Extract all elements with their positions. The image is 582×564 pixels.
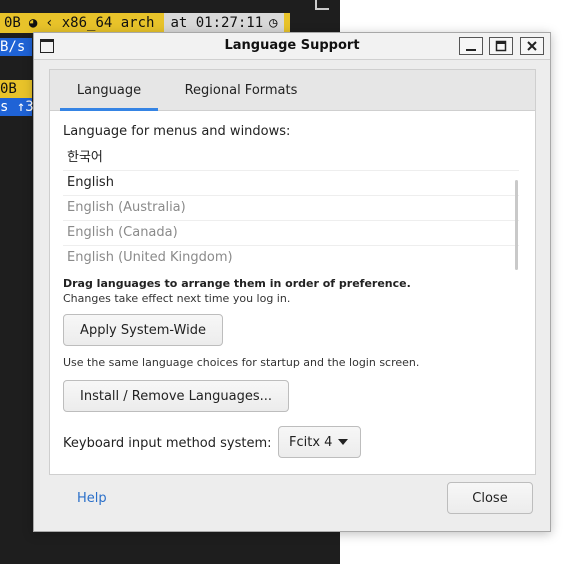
install-remove-languages-button[interactable]: Install / Remove Languages... [63, 380, 289, 412]
clock-icon: ◷ [269, 15, 278, 31]
tab-regional-formats[interactable]: Regional Formats [172, 70, 310, 110]
close-icon [527, 41, 537, 51]
tab-panel: Language Regional Formats Language for m… [49, 69, 536, 475]
list-item[interactable]: English (Australia) [63, 196, 519, 221]
terminal-bar-seg2: x86_64 arch [61, 15, 155, 31]
terminal-line-text: 0B [0, 81, 17, 97]
list-item[interactable]: English (Canada) [63, 221, 519, 246]
chevron-down-icon [338, 439, 349, 445]
maximize-button[interactable] [489, 37, 513, 55]
terminal-line: 0B [0, 80, 32, 98]
titlebar[interactable]: Language Support [34, 33, 550, 60]
terminal-time: at 01:27:11 [170, 15, 264, 31]
button-label: Install / Remove Languages... [80, 388, 272, 404]
minimize-button[interactable] [459, 37, 483, 55]
language-support-dialog: Language Support Language Regional Forma… [33, 32, 551, 532]
terminal-status-bar: 0B ◕ ‹ x86_64 arch at 01:27:11 ◷ [0, 13, 290, 33]
terminal-line-text: s ↑3 [0, 99, 34, 115]
list-item[interactable]: English [63, 171, 519, 196]
button-label: Close [472, 490, 508, 506]
tab-bar: Language Regional Formats [50, 70, 535, 111]
minimize-icon [466, 49, 476, 51]
button-label: Apply System-Wide [80, 322, 206, 338]
language-section-label: Language for menus and windows: [63, 124, 291, 139]
dashboard-icon: ◕ [28, 15, 38, 31]
close-window-button[interactable] [520, 37, 544, 55]
apply-system-wide-button[interactable]: Apply System-Wide [63, 314, 223, 346]
drag-note: Drag languages to arrange them in order … [63, 277, 411, 290]
terminal-line: B/s [0, 38, 32, 56]
terminal-bar-seg1: 0B [4, 15, 21, 31]
terminal-cursor [315, 0, 329, 10]
tab-label: Regional Formats [184, 82, 298, 98]
keyboard-input-label: Keyboard input method system: [63, 436, 272, 451]
select-value: Fcitx 4 [289, 434, 333, 450]
language-list-scrollbar[interactable] [515, 180, 518, 270]
list-item[interactable]: English (United Kingdom) [63, 246, 519, 264]
terminal-time-segment: at 01:27:11 ◷ [164, 13, 284, 33]
chevron-left-icon: ‹ [45, 15, 54, 31]
list-item[interactable]: 한국어 [63, 146, 519, 171]
help-button[interactable]: Help [77, 491, 107, 506]
change-note: Changes take effect next time you log in… [63, 292, 291, 305]
close-button[interactable]: Close [447, 482, 533, 514]
tab-language[interactable]: Language [60, 70, 158, 111]
maximize-icon [495, 40, 507, 52]
terminal-line-text: B/s [0, 39, 26, 55]
apply-note: Use the same language choices for startu… [63, 356, 420, 369]
keyboard-input-method-select[interactable]: Fcitx 4 [278, 426, 361, 458]
tab-label: Language [76, 82, 142, 98]
terminal-line: s ↑3 [0, 98, 34, 116]
language-list[interactable]: 한국어 English English (Australia) English … [63, 146, 519, 264]
